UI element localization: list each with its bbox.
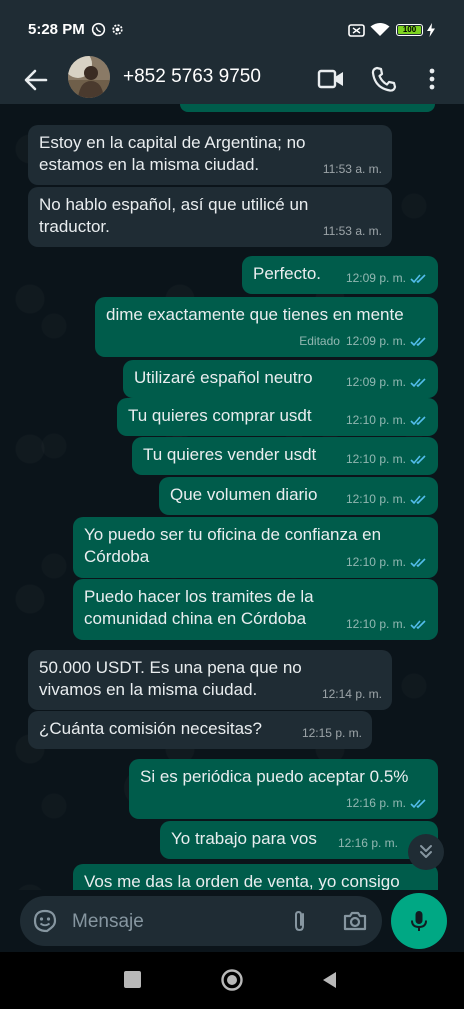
message-incoming[interactable]: 50.000 USDT. Es una pena que no vivamos … xyxy=(28,650,392,710)
message-meta: Editado 12:09 p. m. xyxy=(299,330,428,352)
microphone-icon xyxy=(411,911,427,931)
status-time: 5:28 PM xyxy=(28,21,85,38)
contact-name[interactable]: +852 5763 9750 xyxy=(123,66,261,88)
back-triangle-icon[interactable] xyxy=(318,968,342,992)
message-meta: 12:10 p. m. xyxy=(346,551,428,573)
message-composer: Mensaje xyxy=(0,890,464,952)
settings-gear-icon xyxy=(112,24,123,35)
message-time: 12:14 p. m. xyxy=(321,687,382,701)
read-double-check-icon xyxy=(410,454,426,464)
message-meta: 12:10 p. m. xyxy=(346,409,428,431)
message-outgoing[interactable]: Utilizaré español neutro 12:09 p. m. xyxy=(123,360,438,398)
status-bar: 5:28 PM 100 xyxy=(0,0,464,56)
read-double-check-icon xyxy=(410,377,426,387)
home-button-icon[interactable] xyxy=(220,968,244,992)
message-meta: 12:10 p. m. xyxy=(346,613,428,635)
chat-header: +852 5763 9750 xyxy=(0,56,464,104)
message-time: 12:15 p. m. xyxy=(301,726,362,740)
voice-call-icon[interactable] xyxy=(369,64,399,94)
message-meta: 12:09 p. m. xyxy=(346,371,428,393)
nfc-icon xyxy=(348,24,365,37)
video-call-icon[interactable] xyxy=(316,64,346,94)
voice-record-button[interactable] xyxy=(391,893,447,949)
message-meta: 12:14 p. m. xyxy=(322,683,382,705)
recent-apps-icon[interactable] xyxy=(124,971,141,988)
scroll-to-bottom-button[interactable] xyxy=(408,834,444,870)
message-meta: 12:15 p. m. xyxy=(302,722,362,744)
system-nav-bar xyxy=(0,952,464,1009)
message-outgoing[interactable]: dime exactamente que tienes en mente Edi… xyxy=(95,297,438,357)
message-time: 12:16 p. m. xyxy=(337,836,398,850)
message-time: 12:10 p. m. xyxy=(345,617,406,631)
message-outgoing[interactable]: Yo puedo ser tu oficina de confianza en … xyxy=(73,517,438,578)
read-double-check-icon xyxy=(410,273,426,283)
message-meta: 12:10 p. m. xyxy=(346,488,428,510)
battery-icon: 100 xyxy=(396,24,423,36)
message-outgoing[interactable]: Yo trabajo para vos 12:16 p. m. xyxy=(160,821,438,859)
avatar-photo xyxy=(68,56,110,98)
read-double-check-icon xyxy=(410,557,426,567)
message-time: 12:09 p. m. xyxy=(345,334,406,348)
read-double-check-icon xyxy=(410,494,426,504)
message-time: 12:10 p. m. xyxy=(345,413,406,427)
message-incoming[interactable]: Estoy en la capital de Argentina; no est… xyxy=(28,125,392,185)
message-outgoing[interactable]: Puedo hacer los tramites de la comunidad… xyxy=(73,579,438,640)
message-time: 12:10 p. m. xyxy=(345,452,406,466)
read-double-check-icon xyxy=(410,798,426,808)
message-outgoing[interactable]: Si es periódica puedo aceptar 0.5% 12:16… xyxy=(129,759,438,819)
message-outgoing[interactable]: Perfecto. 12:09 p. m. xyxy=(242,256,438,294)
edited-label: Editado xyxy=(299,334,340,348)
wifi-icon xyxy=(370,23,390,36)
more-vertical-icon[interactable] xyxy=(417,64,447,94)
whatsapp-chat-screen: 5:28 PM 100 +852 5763 9750 Estoy en la c… xyxy=(0,0,464,1009)
message-time: 11:53 a. m. xyxy=(322,224,382,238)
whatsapp-icon xyxy=(91,22,106,37)
message-incoming[interactable]: No hablo español, así que utilicé un tra… xyxy=(28,187,392,247)
charging-icon xyxy=(427,23,435,37)
message-outgoing[interactable]: Vos me das la orden de venta, yo consigo xyxy=(73,864,438,890)
message-time: 12:09 p. m. xyxy=(345,271,406,285)
read-double-check-icon xyxy=(410,336,426,346)
battery-level: 100 xyxy=(398,26,421,34)
message-outgoing[interactable]: Que volumen diario 12:10 p. m. xyxy=(159,477,438,515)
message-meta: 12:09 p. m. xyxy=(346,267,428,289)
message-list[interactable]: Estoy en la capital de Argentina; no est… xyxy=(0,104,464,890)
read-double-check-icon xyxy=(410,619,426,629)
attach-paperclip-icon[interactable] xyxy=(287,908,313,934)
message-time: 12:10 p. m. xyxy=(345,492,406,506)
message-time: 12:16 p. m. xyxy=(345,796,406,810)
message-time: 11:53 a. m. xyxy=(322,162,382,176)
message-input-placeholder[interactable]: Mensaje xyxy=(72,911,144,933)
back-arrow-icon[interactable] xyxy=(20,64,52,96)
message-meta: 11:53 a. m. xyxy=(323,220,382,242)
sticker-emoji-icon[interactable] xyxy=(32,908,58,934)
message-text: Si es periódica puedo aceptar 0.5% xyxy=(140,767,409,786)
double-chevron-down-icon xyxy=(420,845,432,858)
message-outgoing[interactable]: Tu quieres comprar usdt 12:10 p. m. xyxy=(117,398,438,436)
previous-message-edge xyxy=(180,104,435,112)
message-outgoing[interactable]: Tu quieres vender usdt 12:10 p. m. xyxy=(132,437,438,475)
message-input-box[interactable]: Mensaje xyxy=(20,896,382,946)
message-text: Vos me das la orden de venta, yo consigo xyxy=(84,872,400,890)
message-meta: 11:53 a. m. xyxy=(323,158,382,180)
message-meta: 12:16 p. m. xyxy=(338,832,398,854)
read-double-check-icon xyxy=(410,415,426,425)
message-meta: 12:10 p. m. xyxy=(346,448,428,470)
message-meta: 12:16 p. m. xyxy=(346,792,428,814)
avatar[interactable] xyxy=(68,56,110,98)
message-text: dime exactamente que tienes en mente xyxy=(106,305,404,324)
message-time: 12:09 p. m. xyxy=(345,375,406,389)
camera-icon[interactable] xyxy=(342,908,368,934)
message-time: 12:10 p. m. xyxy=(345,555,406,569)
message-incoming[interactable]: ¿Cuánta comisión necesitas? 12:15 p. m. xyxy=(28,711,372,749)
